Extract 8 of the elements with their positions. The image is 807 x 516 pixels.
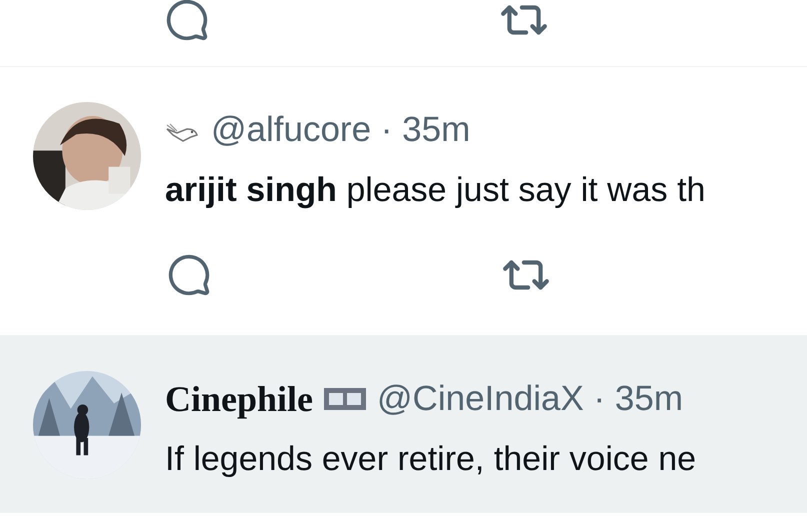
display-name[interactable]: Cinephile [165, 372, 314, 426]
tweet-text: If legends ever retire, their voice ne [165, 439, 696, 480]
reply-icon[interactable] [167, 253, 211, 297]
tweet-text: arijit singh please just say it was th [165, 170, 706, 211]
tweet-meta[interactable]: @alfucore · 35m [211, 104, 470, 156]
tweet-card[interactable]: Cinephile @CineIndiaX · 35m If legends ever retire, their voice ne [0, 336, 807, 513]
tweet-meta[interactable]: @CineIndiaX · 35m [377, 372, 684, 426]
reply-icon[interactable] [165, 0, 209, 42]
